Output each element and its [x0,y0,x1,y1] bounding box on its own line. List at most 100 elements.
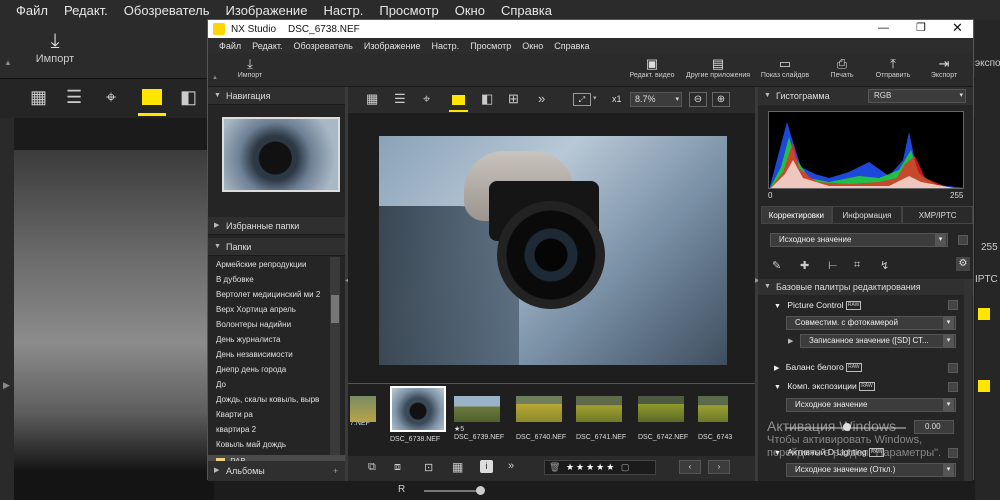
bg-yellow-checkbox-2[interactable] [978,380,990,392]
menu-window[interactable]: Окно [522,41,543,51]
tab-info[interactable]: Информация [831,206,903,224]
histogram-header[interactable]: ▼ Гистограмма RGB ▾ [758,87,973,105]
picture-control-select[interactable]: Совместим. с фотокамерой ▾ [786,316,956,330]
folder-item[interactable]: Ковыль май дождь [208,437,328,452]
folder-item[interactable]: До [208,377,328,392]
folder-item[interactable]: Армейские репродукции [208,257,328,272]
grid-view-icon[interactable]: ▦ [366,91,378,107]
bg-compare-icon[interactable]: ◧ [180,87,197,108]
grid-overlay-icon[interactable]: ▦ [452,460,463,474]
menu-settings[interactable]: Настр. [432,41,460,51]
white-balance-checkbox[interactable] [948,363,958,373]
crop-icon[interactable]: ⌗ [854,259,860,272]
folders-header[interactable]: ▼ Папки [208,238,345,256]
next-button[interactable]: › [708,460,730,474]
menu-browser[interactable]: Обозреватель [293,41,352,51]
zoom-mode[interactable]: x1 [612,94,622,104]
trash-icon[interactable]: 🗑 [549,462,560,472]
bandage-icon[interactable]: ✚ [800,259,809,272]
add-album-icon[interactable]: + [333,461,338,481]
bg-menu-browser[interactable]: Обозреватель [124,3,210,18]
bg-collapse-arrow[interactable]: ▲ [4,58,12,67]
bg-menu-view[interactable]: Просмотр [379,3,438,18]
bg-menu-image[interactable]: Изображение [226,3,308,18]
expand-triangle-icon[interactable]: ▶ [788,337,793,345]
exposure-comp-checkbox[interactable] [948,382,958,392]
filmstrip-view-icon[interactable]: ⧉ [368,461,376,474]
info-icon[interactable]: i [480,460,493,473]
fit-icon[interactable]: ⤢ [573,93,591,106]
more-chevron-icon[interactable]: » [508,460,514,472]
filmstrip-thumb[interactable]: DSC_6743 [698,396,732,441]
folder-item[interactable]: День журналиста [208,332,328,347]
bg-expand-arrow[interactable]: ▶ [3,380,10,391]
fullscreen-icon[interactable]: ⊡ [424,461,433,474]
filmstrip-thumb[interactable]: 7.NEF [350,396,376,427]
bg-import-button[interactable]: ⤓ Импорт [20,30,90,65]
send-button[interactable]: ⤒ Отправить [872,55,914,79]
multi-view-icon[interactable]: ⊞ [508,91,519,107]
bg-menu-help[interactable]: Справка [501,3,552,18]
curve-icon[interactable]: ↯ [880,259,889,272]
stack-view-icon[interactable]: ⧈ [394,461,401,474]
bg-slider-knob[interactable] [476,486,485,495]
bg-menu-settings[interactable]: Настр. [323,3,363,18]
menu-edit[interactable]: Редакт. [252,41,282,51]
filmstrip-thumb[interactable]: DSC_6740.NEF [516,396,566,441]
export-button[interactable]: ⇥ Экспорт [924,55,964,79]
folder-item[interactable]: Верх Хортица апрель [208,302,328,317]
bg-menu-window[interactable]: Окно [455,3,485,18]
exposure-preset-select[interactable]: Исходное значение ▾ [786,398,956,412]
compare-view-icon[interactable]: ◧ [481,91,493,107]
minimize-button[interactable]: — [878,22,889,34]
exposure-value-field[interactable]: 0.00 [914,420,954,434]
folder-item[interactable]: Волонтеры надийни [208,317,328,332]
folder-item[interactable]: Днепр день города [208,362,328,377]
basic-palettes-header[interactable]: ▼ Базовые палитры редактирования [758,279,973,295]
menu-image[interactable]: Изображение [364,41,421,51]
zoom-out-button[interactable]: ⊖ [689,92,707,107]
bg-grid-icon[interactable]: ▦ [30,87,47,108]
slideshow-button[interactable]: ▭ Показ слайдов [758,55,812,79]
edit-video-button[interactable]: ▣ Редакт. видео [626,55,678,79]
bg-slider[interactable] [424,490,484,492]
tab-xmp-iptc[interactable]: XMP/IPTC [902,206,974,224]
folder-scrollbar-thumb[interactable] [331,295,339,323]
preset-checkbox[interactable] [958,235,968,245]
filmstrip-thumb[interactable]: DSC_6742.NEF [638,396,688,441]
list-view-icon[interactable]: ☰ [394,91,406,107]
tab-adjustments[interactable]: Корректировки [761,206,832,224]
favorites-header[interactable]: ▶ Избранные папки [208,217,345,235]
maximize-button[interactable]: ❐ [916,21,926,34]
white-balance-header[interactable]: ▶ Баланс белого RAW [774,360,862,375]
folder-item[interactable]: Вертолет медицинский ми 2 [208,287,328,302]
picture-control-header[interactable]: ▼ Picture Control RAW [774,298,862,313]
folder-item[interactable]: В дубовке [208,272,328,287]
toolbar-collapse-arrow[interactable]: ▲ [212,75,218,81]
folder-item[interactable]: Дождь, скалы ковыль, вырв [208,392,328,407]
menu-file[interactable]: Файл [219,41,241,51]
filmstrip-thumb[interactable]: DSC_6741.NEF [576,396,626,441]
folder-item[interactable]: Кварти ра [208,407,328,422]
picture-control-checkbox[interactable] [948,300,958,310]
more-chevron-icon[interactable]: » [538,91,545,106]
preset-select[interactable]: Исходное значение ▾ [770,233,948,247]
main-photo[interactable] [379,136,727,365]
other-apps-button[interactable]: ▤ Другие приложения [682,55,754,79]
bg-single-view-icon[interactable] [142,89,162,105]
print-button[interactable]: ⎙ Печать [824,55,860,79]
folder-item[interactable]: День независимости [208,347,328,362]
filmstrip-thumb-selected[interactable]: DSC_6738.NEF [390,386,448,443]
zoom-in-button[interactable]: ⊕ [712,92,730,107]
label-icon[interactable]: ▢ [621,462,630,472]
albums-header-label[interactable]: ▶ Альбомы + [208,461,345,481]
picture-control-recorded-select[interactable]: Записанное значение ([SD] СТ... ▾ [800,334,956,348]
bg-yellow-checkbox[interactable] [978,308,990,320]
menu-view[interactable]: Просмотр [470,41,511,51]
bg-map-icon[interactable]: ⌖ [106,87,116,108]
straighten-icon[interactable]: ⊢ [828,259,838,272]
close-button[interactable]: ✕ [952,20,963,36]
exposure-comp-header[interactable]: ▼ Комп. экспозиции RAW [774,379,875,394]
map-view-icon[interactable]: ⌖ [423,91,430,107]
zoom-value-field[interactable]: 8.7% ▾ [630,92,682,107]
